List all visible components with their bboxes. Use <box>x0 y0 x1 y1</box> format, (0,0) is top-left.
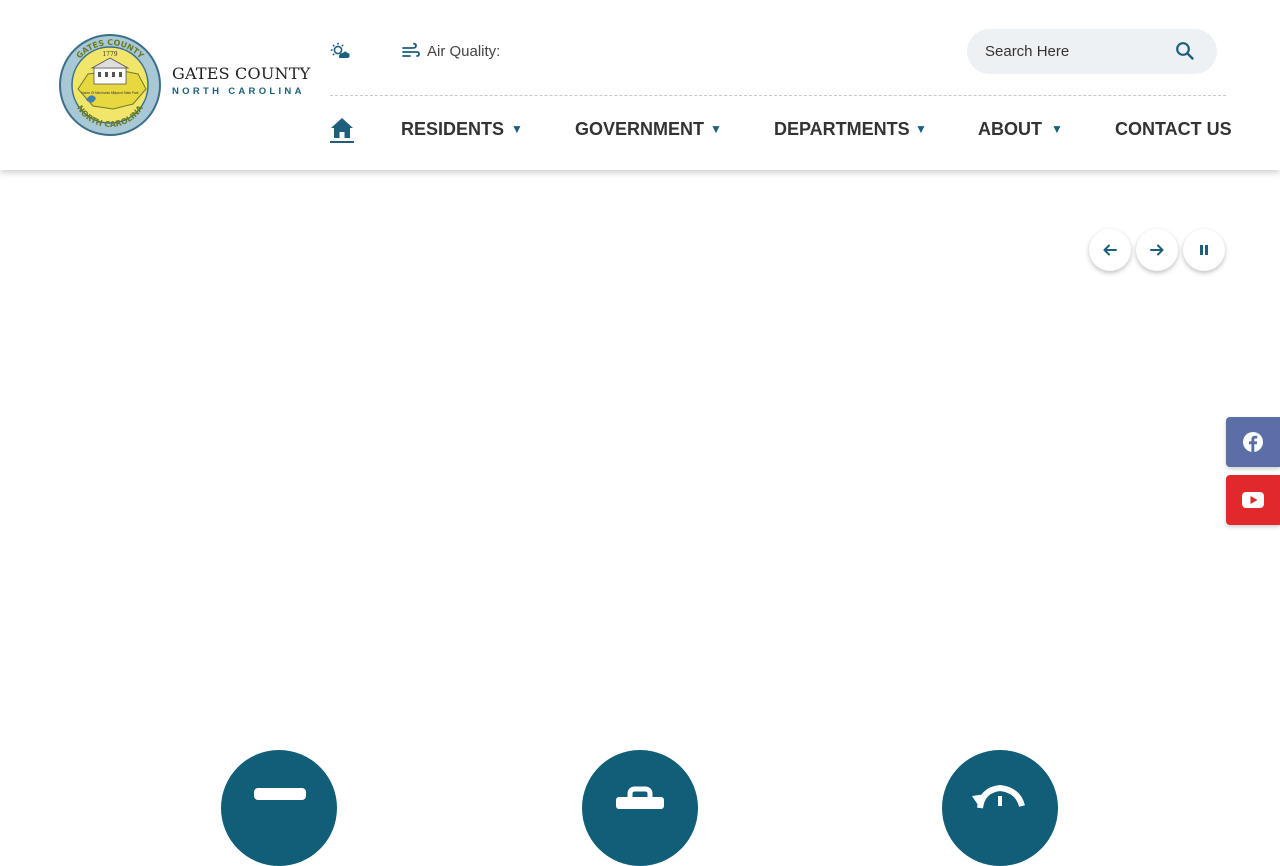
youtube-icon <box>1242 492 1264 508</box>
site-logo-text[interactable]: GATES COUNTY NORTH CAROLINA <box>172 64 310 97</box>
wind-icon <box>402 43 420 57</box>
chevron-down-icon[interactable]: ▼ <box>915 122 927 136</box>
nav-item-residents[interactable]: RESIDENTS <box>401 119 504 140</box>
slider-pause-button[interactable] <box>1183 229 1225 271</box>
chevron-down-icon[interactable]: ▼ <box>511 122 523 136</box>
site-header: 1779 Home Of Merchants Millpond State Pa… <box>0 0 1280 170</box>
search-box <box>967 29 1217 74</box>
arrow-right-icon <box>1150 244 1164 256</box>
chevron-down-icon[interactable]: ▼ <box>1051 122 1063 136</box>
arrow-left-icon <box>1103 244 1117 256</box>
site-title: GATES COUNTY <box>172 64 311 83</box>
air-quality-label[interactable]: Air Quality: <box>427 43 500 60</box>
main-nav: RESIDENTS ▼ GOVERNMENT ▼ DEPARTMENTS ▼ A… <box>330 114 1232 146</box>
history-icon <box>972 784 1025 809</box>
seal-caption: Home Of Merchants Millpond State Park <box>81 91 138 95</box>
facebook-link[interactable] <box>1226 417 1280 467</box>
slider-next-button[interactable] <box>1136 229 1178 271</box>
home-icon[interactable] <box>330 117 354 143</box>
chevron-down-icon[interactable]: ▼ <box>710 122 722 136</box>
county-seal-icon: 1779 Home Of Merchants Millpond State Pa… <box>59 34 161 136</box>
quick-link-jobs[interactable] <box>582 750 698 866</box>
slider-prev-button[interactable] <box>1089 229 1131 271</box>
nav-item-government[interactable]: GOVERNMENT <box>575 119 704 140</box>
briefcase-icon <box>616 786 664 809</box>
quick-link-payments[interactable] <box>221 750 337 866</box>
search-input[interactable] <box>985 40 1175 62</box>
search-icon[interactable] <box>1175 41 1195 61</box>
weather-sun-cloud-icon[interactable] <box>330 42 350 60</box>
seal-year: 1779 <box>102 51 117 58</box>
facebook-icon <box>1243 432 1263 452</box>
nav-item-about[interactable]: ABOUT <box>978 119 1042 140</box>
header-divider <box>330 95 1226 96</box>
youtube-link[interactable] <box>1226 475 1280 525</box>
card-icon <box>254 788 306 800</box>
site-subtitle: NORTH CAROLINA <box>172 86 305 97</box>
nav-item-departments[interactable]: DEPARTMENTS <box>774 119 910 140</box>
pause-icon <box>1200 245 1208 255</box>
nav-item-contact-us[interactable]: CONTACT US <box>1115 119 1232 140</box>
quick-link-history[interactable] <box>942 750 1058 866</box>
